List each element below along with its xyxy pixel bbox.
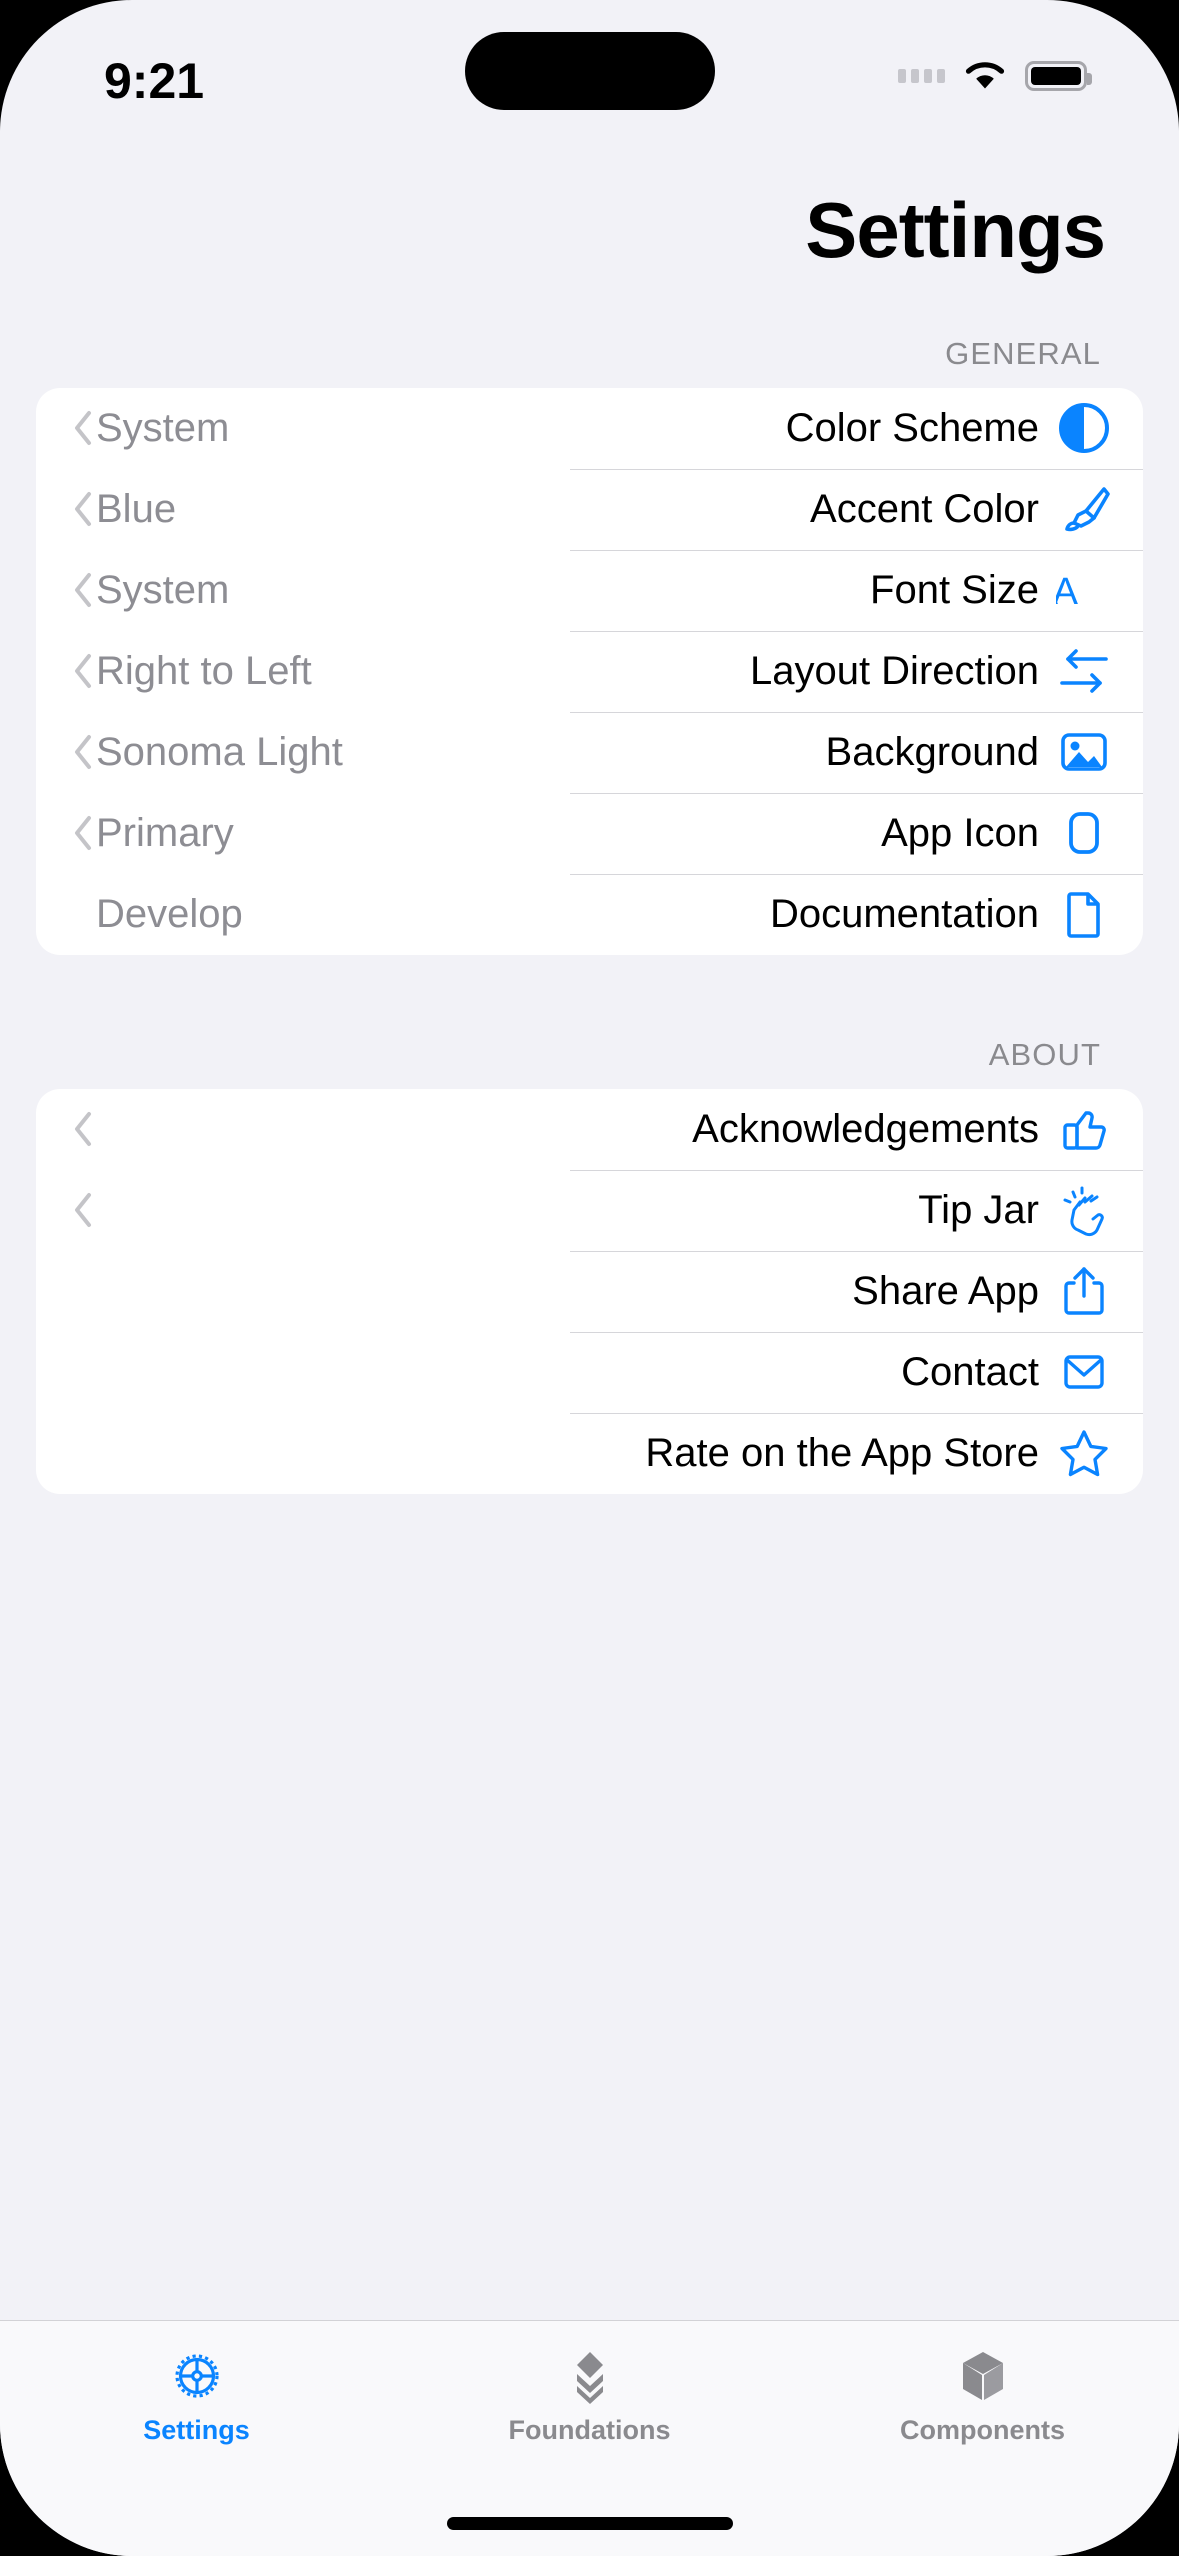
- thumbs-up-icon: [1053, 1098, 1115, 1160]
- settings-scroll-view[interactable]: Settings GENERAL Color Scheme System Acc…: [0, 148, 1179, 2320]
- row-value: System: [96, 405, 230, 450]
- settings-card-general: Color Scheme System Accent Color Blue A …: [36, 387, 1143, 955]
- wifi-icon: [963, 59, 1007, 93]
- app-icon-rounded-rect: [1053, 802, 1115, 864]
- status-bar: 9:21: [0, 0, 1179, 148]
- document-icon: [1053, 883, 1115, 945]
- share-icon: [1053, 1260, 1115, 1322]
- cube-icon: [952, 2345, 1014, 2407]
- arrows-left-right-icon: [1053, 640, 1115, 702]
- page-title: Settings: [805, 186, 1106, 274]
- envelope-icon: [1053, 1341, 1115, 1403]
- row-title: Rate on the App Store: [645, 1430, 1039, 1475]
- row-title: Background: [825, 729, 1039, 774]
- svg-text:A: A: [1056, 571, 1079, 613]
- row-value: Develop: [96, 891, 243, 936]
- tab-label: Foundations: [508, 2415, 671, 2445]
- chevron-back-icon: [70, 651, 96, 691]
- gear-icon: [166, 2345, 228, 2407]
- clapping-hands-icon: [1053, 1179, 1115, 1241]
- paintbrush-icon: [1053, 478, 1115, 540]
- tab-components[interactable]: Components: [786, 2321, 1179, 2556]
- row-title: Acknowledgements: [692, 1106, 1039, 1151]
- row-layout-direction[interactable]: Layout Direction Right to Left: [36, 630, 1143, 712]
- row-value: Right to Left: [96, 648, 312, 693]
- row-font-size[interactable]: A A Font Size System: [36, 549, 1143, 631]
- row-title: Font Size: [870, 567, 1039, 612]
- status-bar-indicators: [898, 48, 1092, 104]
- star-icon: [1053, 1422, 1115, 1484]
- chevron-back-icon: [70, 408, 96, 448]
- row-title: Layout Direction: [749, 648, 1039, 693]
- status-bar-time: 9:21: [104, 53, 205, 109]
- chevron-back-icon: [70, 489, 96, 529]
- row-acknowledgements[interactable]: Acknowledgements: [36, 1089, 1143, 1170]
- tab-label: Settings: [143, 2415, 250, 2445]
- row-contact[interactable]: Contact: [36, 1331, 1143, 1413]
- row-background[interactable]: Background Sonoma Light: [36, 711, 1143, 793]
- section-header-general: GENERAL: [945, 335, 1101, 371]
- row-color-scheme[interactable]: Color Scheme System: [36, 388, 1143, 469]
- home-indicator: [446, 2517, 733, 2530]
- row-title: App Icon: [881, 810, 1039, 855]
- row-title: Contact: [901, 1349, 1039, 1394]
- dynamic-island: [464, 32, 715, 110]
- photo-icon: [1053, 721, 1115, 783]
- row-title: Share App: [852, 1268, 1039, 1313]
- row-title: Tip Jar: [918, 1187, 1039, 1232]
- chevron-back-icon: [70, 570, 96, 610]
- chevron-back-icon: [70, 813, 96, 853]
- text-size-aa-icon: A A: [1053, 559, 1115, 621]
- row-title: Documentation: [769, 891, 1039, 936]
- circle-half-filled-icon: [1053, 397, 1115, 459]
- row-documentation[interactable]: Documentation Develop: [36, 873, 1143, 955]
- row-app-icon[interactable]: App Icon Primary: [36, 792, 1143, 874]
- stacked-chevrons-icon: [559, 2345, 621, 2407]
- row-value: System: [96, 567, 230, 612]
- row-title: Color Scheme: [785, 405, 1039, 450]
- row-value: Blue: [96, 486, 177, 531]
- chevron-back-icon: [70, 732, 96, 772]
- settings-card-about: Acknowledgements Tip Jar Share App Conta…: [36, 1088, 1143, 1494]
- battery-icon: [1025, 61, 1092, 91]
- row-title: Accent Color: [810, 486, 1039, 531]
- tab-settings[interactable]: Settings: [0, 2321, 393, 2556]
- signal-dots-icon: [898, 69, 945, 83]
- row-value: Primary: [96, 810, 234, 855]
- tab-label: Components: [900, 2415, 1065, 2445]
- row-tip-jar[interactable]: Tip Jar: [36, 1169, 1143, 1251]
- section-header-about: ABOUT: [988, 1036, 1101, 1072]
- row-rate-on-app-store[interactable]: Rate on the App Store: [36, 1412, 1143, 1494]
- chevron-back-icon: [70, 1190, 96, 1230]
- row-accent-color[interactable]: Accent Color Blue: [36, 468, 1143, 550]
- chevron-back-icon: [70, 1109, 96, 1149]
- row-value: Sonoma Light: [96, 729, 343, 774]
- row-share-app[interactable]: Share App: [36, 1250, 1143, 1332]
- iphone-screen: 9:21 Settings GENERAL Color Scheme Syste…: [0, 0, 1179, 2556]
